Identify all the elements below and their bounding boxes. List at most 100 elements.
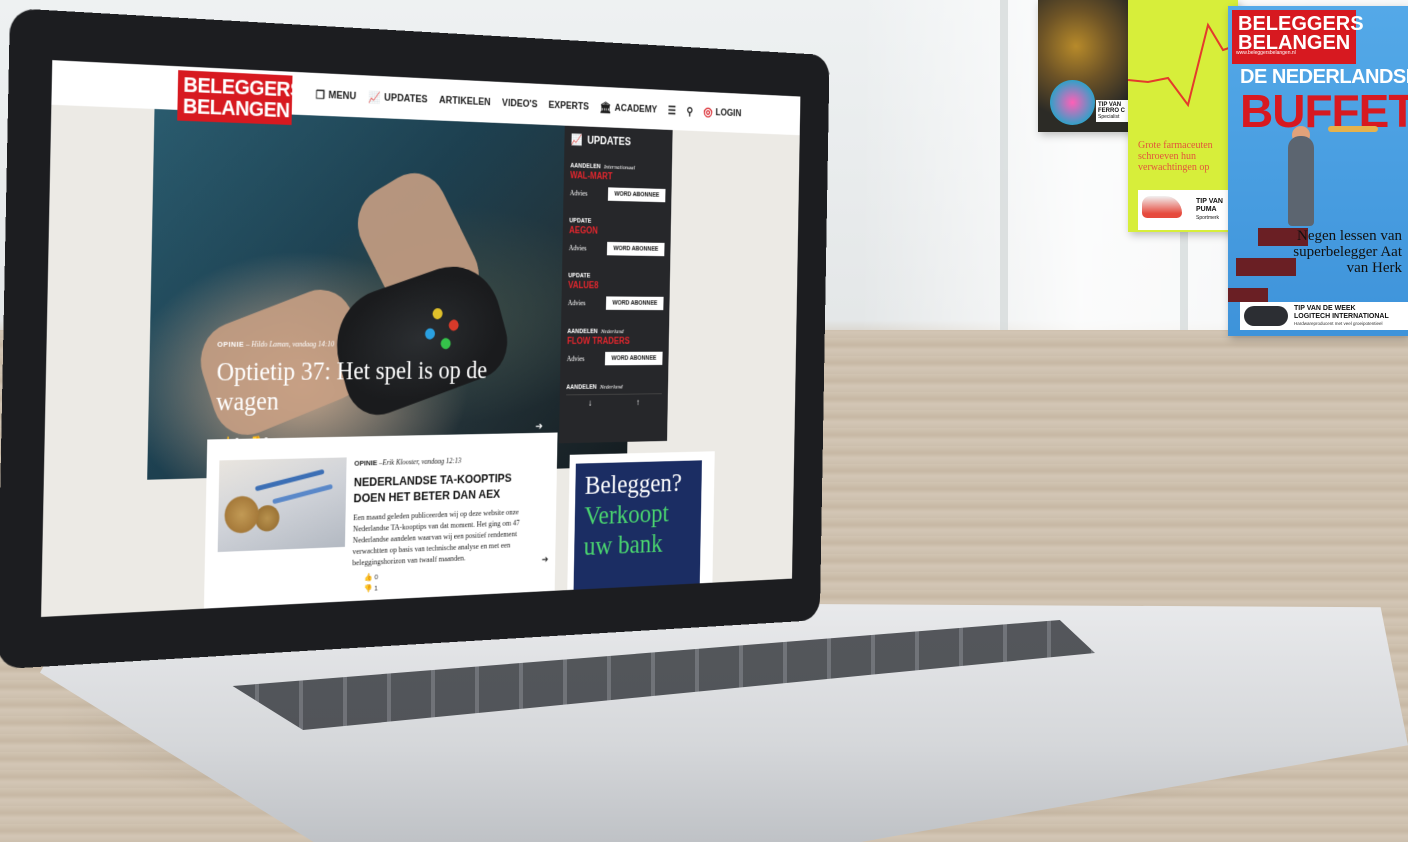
article-thumbnail[interactable] [217, 457, 347, 553]
academy-icon: 🏛 [599, 100, 612, 114]
updates-scroll-controls: ↓ ↑ [565, 393, 662, 409]
nav-label: MENU [328, 89, 357, 102]
subscribe-button[interactable]: WORD ABONNEE [608, 187, 666, 203]
update-category-label: AANDELEN [570, 162, 601, 171]
updates-header: 📈 UPDATES [571, 133, 667, 149]
update-item[interactable]: AANDELEN Nederland [566, 383, 662, 391]
update-item[interactable]: UPDATE AEGON Advies WORD ABONNEE [568, 218, 665, 257]
magazine-cover-gears: TIP VAN FERRO C Specialist [1038, 0, 1133, 132]
ad-line: Verkoopt [584, 498, 670, 531]
magazine-tip-company: PUMA [1196, 206, 1217, 213]
update-category: AANDELEN Nederland [566, 383, 662, 391]
update-name[interactable]: AEGON [569, 226, 665, 238]
article-meta: OPINIE –Erik Klooster, vandaag 12:13 [354, 457, 461, 468]
update-category: UPDATE [568, 273, 664, 280]
gamepad-button-red [447, 318, 460, 333]
update-region: Internationaal [603, 163, 636, 172]
magazine-subtitle: Negen lessen van superbelegger Aat van H… [1293, 228, 1402, 276]
update-category-label: AANDELEN [567, 328, 598, 335]
hero-byline: – Hildo Laman, vandaag 14:10 [246, 339, 335, 349]
magazine-tip-sub: Specialist [1098, 114, 1120, 120]
login-button[interactable]: ◎ LOGIN [703, 104, 741, 121]
gamepad-button-blue [423, 326, 437, 341]
subscribe-button[interactable]: WORD ABONNEE [605, 351, 663, 366]
hamburger-button[interactable]: ☰ [668, 104, 676, 117]
update-row: Advies WORD ABONNEE [566, 351, 663, 366]
ad-headline: Beleggen? [584, 467, 683, 501]
chart-line-graphic [1128, 22, 1238, 108]
site-logo[interactable]: BELEGGERS BELANGEN [177, 70, 303, 126]
magazine-url: www.beleggersbelangen.nl [1236, 50, 1296, 56]
magazine-tip-sub: Sportmerk [1196, 215, 1220, 221]
hero-category: OPINIE [217, 339, 245, 349]
man-figure-graphic [1288, 136, 1314, 226]
update-row: Advies WORD ABONNEE [567, 296, 664, 311]
dislike-button[interactable]: 👎 1 [364, 583, 378, 595]
chart-line-icon: 📈 [368, 90, 381, 104]
update-row: Advies WORD ABONNEE [569, 186, 666, 203]
nav-item-artikelen[interactable]: ARTIKELEN [439, 94, 491, 107]
like-count: 0 [374, 572, 379, 582]
nav-item-updates[interactable]: 📈 UPDATES [368, 90, 428, 106]
magazine-title-main: BUFFETT [1240, 85, 1408, 137]
article-title[interactable]: NEDERLANDSE TA-KOOPTIPS DOEN HET BETER D… [353, 469, 543, 506]
article-card[interactable]: OPINIE –Erik Klooster, vandaag 12:13 NED… [203, 432, 558, 609]
shoe-image [1142, 196, 1182, 218]
magazine-tip-label: TIP VAN DE WEEK [1294, 305, 1356, 312]
update-item[interactable]: AANDELEN Nederland FLOW TRADERS Advies WO… [567, 328, 663, 366]
hero-title[interactable]: Optietip 37: Het spel is op de wagen [216, 356, 523, 417]
update-name[interactable]: VALUE8 [568, 281, 664, 292]
magazine-tip-box: TIP VAN DE WEEK LOGITECH INTERNATIONAL H… [1240, 302, 1408, 330]
laptop-screen-bezel: ❐ MENU 📈 UPDATES ARTIKELEN VIDEO'S EXPER… [0, 8, 830, 670]
magazine-tip-text: TIP VAN PUMA Sportmerk [1196, 198, 1223, 222]
logo-line2: BELANGEN [182, 93, 290, 123]
thumbs-down-icon: 👎 [363, 584, 373, 593]
advertisement-banner[interactable]: Beleggen? Verkoopt uw bank [573, 460, 702, 590]
key-graphic [1328, 126, 1378, 132]
nav-item-experts[interactable]: EXPERTS [548, 99, 589, 112]
nav-item-academy[interactable]: 🏛 ACADEMY [600, 101, 658, 116]
update-category: UPDATE [569, 218, 665, 226]
like-button[interactable]: 👍 0 [364, 572, 378, 584]
hero-arrow-icon[interactable]: ➔ [535, 420, 543, 432]
arrow-down-icon[interactable]: ↓ [588, 399, 592, 409]
update-row: Advies WORD ABONNEE [568, 241, 665, 257]
menu-copy-icon: ❐ [315, 87, 326, 102]
update-label: Advies [567, 298, 586, 308]
update-label: Advies [569, 188, 588, 198]
article-arrow-icon[interactable]: ➔ [542, 555, 549, 565]
update-label: Advies [568, 243, 587, 253]
update-name[interactable]: WAL-MART [570, 171, 666, 184]
nav-label: ARTIKELEN [439, 94, 491, 108]
update-item[interactable]: UPDATE VALUE8 Advies WORD ABONNEE [567, 273, 664, 311]
search-button[interactable]: ⚲ [686, 105, 693, 118]
magazine-cover-pharma: Grote farmaceuten schroeven hun verwacht… [1128, 0, 1238, 232]
nav-item-videos[interactable]: VIDEO'S [502, 97, 538, 109]
update-category-label: UPDATE [568, 272, 591, 280]
magazine-headline: Grote farmaceuten schroeven hun verwacht… [1138, 140, 1213, 173]
magazine-cover-buffett: BELEGGERS BELANGEN www.beleggersbelangen… [1228, 6, 1408, 336]
chart-line-icon: 📈 [570, 133, 583, 147]
nav-item-menu[interactable]: ❐ MENU [316, 88, 357, 103]
login-label: LOGIN [715, 106, 742, 119]
magazine-tip-text: TIP VAN FERRO C [1098, 102, 1125, 114]
pen-image [272, 483, 333, 505]
subscribe-button[interactable]: WORD ABONNEE [606, 296, 664, 311]
update-region: Nederland [599, 383, 623, 391]
update-category-label: UPDATE [569, 217, 592, 225]
update-label: Advies [566, 354, 585, 363]
subscribe-button[interactable]: WORD ABONNEE [607, 241, 665, 257]
arrow-up-icon[interactable]: ↑ [636, 398, 640, 408]
magazine-tip-company: LOGITECH INTERNATIONAL [1294, 313, 1389, 320]
update-item[interactable]: AANDELEN Internationaal WAL-MART Advies W… [569, 162, 666, 203]
update-name[interactable]: FLOW TRADERS [567, 337, 663, 347]
article-excerpt: Een maand geleden publiceerden wij op de… [352, 507, 520, 568]
hamburger-icon: ☰ [667, 103, 677, 117]
gamepad-icon [1244, 306, 1288, 326]
advertisement-container: Beleggen? Verkoopt uw bank [567, 451, 715, 591]
ad-line: uw bank [583, 528, 663, 562]
user-icon: ◎ [703, 104, 713, 119]
article-byline: –Erik Klooster, vandaag 12:13 [379, 456, 462, 467]
article-reactions: 👍 0 👎 1 [364, 572, 379, 595]
hero-meta: OPINIE – Hildo Laman, vandaag 14:10 [217, 340, 334, 349]
